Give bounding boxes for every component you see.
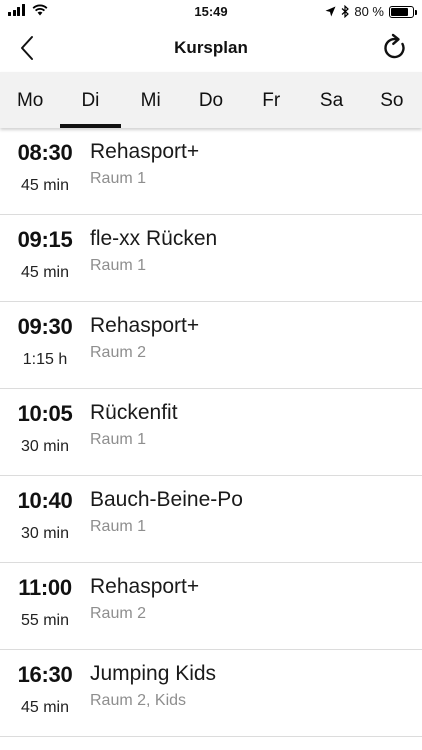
navigation-bar: Kursplan: [0, 24, 422, 72]
course-row[interactable]: 16:30 45 min Jumping Kids Raum 2, Kids: [0, 650, 422, 737]
course-room: Raum 2, Kids: [90, 692, 187, 709]
course-room: Raum 2: [90, 605, 147, 622]
course-room: Raum 2: [90, 344, 147, 361]
course-duration: 30 min: [20, 525, 70, 542]
tab-tuesday[interactable]: Di: [60, 72, 121, 128]
course-time: 11:00: [18, 575, 72, 600]
course-room: Raum 1: [90, 518, 147, 535]
course-time: 09:30: [17, 314, 73, 339]
course-title: Rehasport+: [90, 575, 200, 598]
course-row[interactable]: 09:30 1:15 h Rehasport+ Raum 2: [0, 302, 422, 389]
course-row[interactable]: 11:00 55 min Rehasport+ Raum 2: [0, 563, 422, 650]
tab-thursday[interactable]: Do: [181, 72, 241, 128]
status-bar-right: 80 %: [325, 4, 417, 19]
course-row[interactable]: 10:05 30 min Rückenfit Raum 1: [0, 389, 422, 476]
course-duration: 45 min: [20, 699, 70, 716]
course-title: Jumping Kids: [90, 662, 217, 685]
course-duration: 1:15 h: [22, 351, 68, 368]
course-duration: 55 min: [20, 612, 70, 629]
course-row[interactable]: 10:40 30 min Bauch-Beine-Po Raum 1: [0, 476, 422, 563]
weekday-tabs: Mo Di Mi Do Fr Sa So: [0, 72, 422, 128]
page-title: Kursplan: [174, 38, 248, 57]
location-icon: [325, 6, 336, 17]
battery-level: [391, 7, 408, 16]
refresh-icon[interactable]: [380, 33, 410, 63]
course-room: Raum 1: [90, 257, 147, 274]
course-title: Rehasport+: [90, 314, 200, 337]
tab-wednesday[interactable]: Mi: [121, 72, 181, 128]
course-title: Rückenfit: [90, 401, 178, 424]
course-row[interactable]: 09:15 45 min fle-xx Rücken Raum 1: [0, 215, 422, 302]
course-time: 10:05: [17, 401, 73, 426]
course-room: Raum 1: [90, 431, 147, 448]
course-list: 08:30 45 min Rehasport+ Raum 1 09:15 45 …: [0, 128, 422, 737]
course-time: 16:30: [17, 662, 73, 687]
course-time: 08:30: [17, 140, 73, 165]
course-duration: 45 min: [20, 264, 70, 281]
course-title: fle-xx Rücken: [90, 227, 218, 250]
course-title: Bauch-Beine-Po: [90, 488, 243, 511]
tab-monday[interactable]: Mo: [0, 72, 60, 128]
bluetooth-icon: [341, 5, 350, 18]
course-duration: 30 min: [20, 438, 70, 455]
tab-friday[interactable]: Fr: [241, 72, 301, 128]
course-time: 10:40: [17, 488, 73, 513]
tab-saturday[interactable]: Sa: [301, 72, 361, 128]
course-room: Raum 1: [90, 170, 147, 187]
battery-percent: 80 %: [354, 4, 384, 19]
course-title: Rehasport+: [90, 140, 200, 163]
tab-sunday[interactable]: So: [362, 72, 422, 128]
battery-icon: [389, 5, 417, 18]
course-duration: 45 min: [20, 177, 70, 194]
status-bar: 15:49 80 %: [0, 0, 422, 24]
course-row[interactable]: 08:30 45 min Rehasport+ Raum 1: [0, 128, 422, 215]
course-time: 09:15: [17, 227, 73, 252]
